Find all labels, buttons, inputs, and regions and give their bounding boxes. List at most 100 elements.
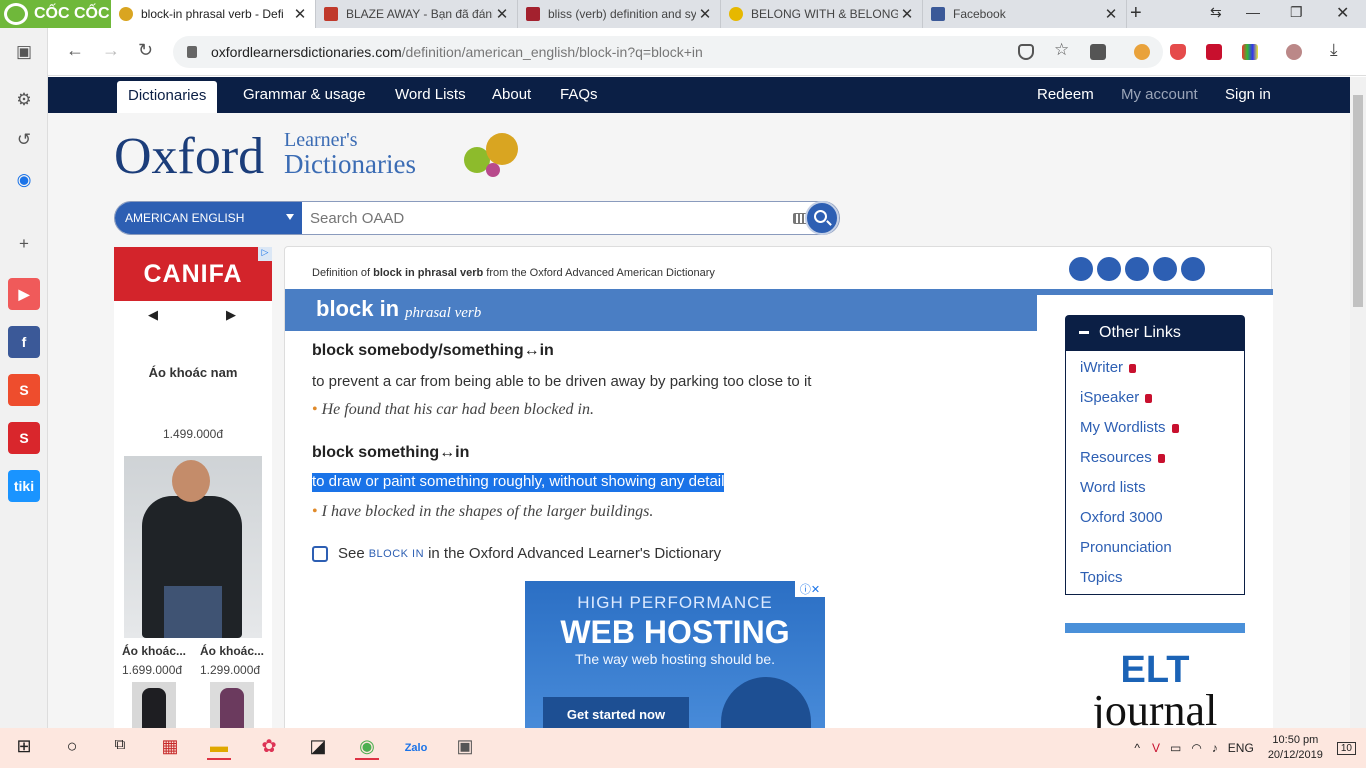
canifa-ad[interactable]: CANIFA ▷ ◀ ▶ Áo khoác nam 1.499.000đ Áo … xyxy=(114,247,272,728)
settings-icon[interactable]: ⚙ xyxy=(8,84,40,116)
coccoc-taskbar-icon[interactable]: ◉ xyxy=(355,736,379,760)
ad-item-price: 1.699.000đ xyxy=(122,663,183,677)
youtube-icon[interactable]: ▶ xyxy=(8,278,40,310)
address-bar[interactable]: oxfordlearnersdictionaries.com/definitio… xyxy=(173,36,1163,68)
nav-about[interactable]: About xyxy=(492,77,531,113)
link-resources[interactable]: Resources xyxy=(1080,449,1165,466)
messenger-icon[interactable]: ◉ xyxy=(8,164,40,196)
notifications-icon[interactable]: 10 xyxy=(1336,741,1356,755)
reload-icon[interactable]: ↻ xyxy=(138,40,153,61)
scrollbar-thumb[interactable] xyxy=(1353,95,1363,307)
page-scrollbar[interactable] xyxy=(1350,77,1366,728)
star-bookmark-icon[interactable]: ☆ xyxy=(1054,40,1070,59)
prev-arrow-icon[interactable]: ◀ xyxy=(148,307,158,323)
next-arrow-icon[interactable]: ▶ xyxy=(226,307,236,323)
close-window-icon[interactable]: ✕ xyxy=(1336,3,1349,23)
hosting-ad[interactable]: ⓘ✕ HIGH PERFORMANCE WEB HOSTING The way … xyxy=(525,581,825,728)
nav-dictionaries[interactable]: Dictionaries xyxy=(117,81,218,113)
tiki-icon[interactable]: tiki xyxy=(8,470,40,502)
minimize-icon[interactable]: — xyxy=(1246,4,1260,20)
share-facebook-icon[interactable] xyxy=(1069,257,1093,281)
tab-oxford[interactable]: block-in phrasal verb - Defi ✕ xyxy=(111,0,316,28)
dictionary-select[interactable]: AMERICAN ENGLISH xyxy=(115,202,302,234)
share-twitter-icon[interactable] xyxy=(1097,257,1121,281)
adchoices-icon[interactable]: ▷ xyxy=(258,247,272,261)
search-input[interactable] xyxy=(302,209,793,227)
profile-avatar-icon[interactable] xyxy=(1286,44,1302,60)
download-page-icon[interactable] xyxy=(1090,44,1106,60)
see-also-link[interactable]: BLOCK IN xyxy=(369,548,424,560)
close-tab-icon[interactable]: ✕ xyxy=(291,5,309,23)
sticky-notes-icon[interactable]: ◪ xyxy=(306,736,330,760)
windows-start-icon[interactable]: ⊞ xyxy=(12,736,36,760)
other-links-header[interactable]: Other Links xyxy=(1065,315,1245,351)
downloads-icon[interactable]: ⤓ xyxy=(1330,40,1346,59)
share-email-icon[interactable] xyxy=(1181,257,1205,281)
link-ispeaker[interactable]: iSpeaker xyxy=(1080,389,1153,406)
link-pronunciation[interactable]: Pronunciation xyxy=(1080,539,1172,556)
tab-facebook[interactable]: Facebook ✕ xyxy=(923,0,1127,28)
nav-word-lists[interactable]: Word Lists xyxy=(395,77,466,113)
nav-faqs[interactable]: FAQs xyxy=(560,77,598,113)
product-thumbnail[interactable] xyxy=(210,682,254,728)
tab-belong-with[interactable]: BELONG WITH & BELONG T ✕ xyxy=(721,0,923,28)
close-tab-icon[interactable]: ✕ xyxy=(696,5,714,23)
file-explorer-icon[interactable]: ▬ xyxy=(207,736,231,760)
tab-search-icon[interactable]: ⇆ xyxy=(1210,4,1222,21)
extension-red-icon[interactable] xyxy=(1206,44,1222,60)
product-image[interactable] xyxy=(124,456,262,638)
new-tab-icon[interactable]: + xyxy=(1130,2,1142,25)
nav-grammar-usage[interactable]: Grammar & usage xyxy=(243,77,366,113)
tab-title: Facebook xyxy=(953,7,1006,21)
sendo-icon[interactable]: S xyxy=(8,422,40,454)
battery-icon[interactable]: ▭ xyxy=(1170,741,1181,755)
elt-journal-ad[interactable]: ELT journal xyxy=(1065,623,1245,728)
tab-bliss[interactable]: bliss (verb) definition and sy ✕ xyxy=(518,0,721,28)
tray-chevron-icon[interactable]: ^ xyxy=(1134,741,1140,755)
paint-icon[interactable]: ✿ xyxy=(257,736,281,760)
link-iwriter[interactable]: iWriter xyxy=(1080,359,1137,376)
add-app-icon[interactable]: + xyxy=(8,228,40,260)
nav-redeem[interactable]: Redeem xyxy=(1037,77,1094,113)
maximize-icon[interactable]: ❐ xyxy=(1290,4,1303,21)
facebook-icon[interactable]: f xyxy=(8,326,40,358)
adblock-icon[interactable] xyxy=(1170,44,1186,60)
shopee-icon[interactable]: S xyxy=(8,374,40,406)
share-hi-icon[interactable] xyxy=(1153,257,1177,281)
close-tab-icon[interactable]: ✕ xyxy=(1102,5,1120,23)
forward-icon[interactable]: → xyxy=(102,40,120,61)
zalo-icon[interactable]: Zalo xyxy=(404,736,428,760)
coccoc-extension-icon[interactable] xyxy=(1134,44,1150,60)
coccoc-menu-button[interactable]: CỐC CỐC xyxy=(0,0,111,28)
product-thumbnail[interactable] xyxy=(132,682,176,728)
shield-icon[interactable] xyxy=(1018,44,1034,60)
tab-blaze-away[interactable]: BLAZE AWAY - Bạn đã đánh ✕ xyxy=(316,0,518,28)
tray-app-icon[interactable]: V xyxy=(1152,741,1160,755)
link-topics[interactable]: Topics xyxy=(1080,569,1123,586)
nav-my-account[interactable]: My account xyxy=(1121,77,1198,113)
clock[interactable]: 10:50 pm 20/12/2019 xyxy=(1268,733,1323,763)
task-view-icon[interactable]: ⧉ xyxy=(108,736,132,760)
link-oxford-3000[interactable]: Oxford 3000 xyxy=(1080,509,1163,526)
ad-cta-button[interactable]: Get started now xyxy=(543,697,689,728)
sidebar-toggle-icon[interactable]: ▣ xyxy=(8,36,40,68)
link-word-lists[interactable]: Word lists xyxy=(1080,479,1146,496)
utility-app-icon[interactable]: ▣ xyxy=(453,736,477,760)
cortana-search-icon[interactable]: ○ xyxy=(60,736,84,760)
app-icon[interactable]: ▦ xyxy=(158,736,182,760)
language-indicator[interactable]: ENG xyxy=(1228,741,1254,755)
search-button[interactable] xyxy=(805,201,839,235)
history-icon[interactable]: ↺ xyxy=(8,124,40,156)
ad-close-icon[interactable]: ⓘ✕ xyxy=(795,581,825,597)
browser-sidebar: ▣ ⚙ ↺ ◉ + ▶ f S S tiki xyxy=(0,28,48,728)
back-icon[interactable]: ← xyxy=(66,40,84,61)
link-label: My Wordlists xyxy=(1080,419,1166,436)
nav-sign-in[interactable]: Sign in xyxy=(1225,77,1271,113)
link-my-wordlists[interactable]: My Wordlists xyxy=(1080,419,1179,436)
close-tab-icon[interactable]: ✕ xyxy=(493,5,511,23)
color-extension-icon[interactable] xyxy=(1242,44,1258,60)
volume-icon[interactable]: ♪ xyxy=(1212,741,1218,755)
close-tab-icon[interactable]: ✕ xyxy=(898,5,916,23)
share-stumbleupon-icon[interactable] xyxy=(1125,257,1149,281)
wifi-icon[interactable]: ◠ xyxy=(1191,741,1201,755)
